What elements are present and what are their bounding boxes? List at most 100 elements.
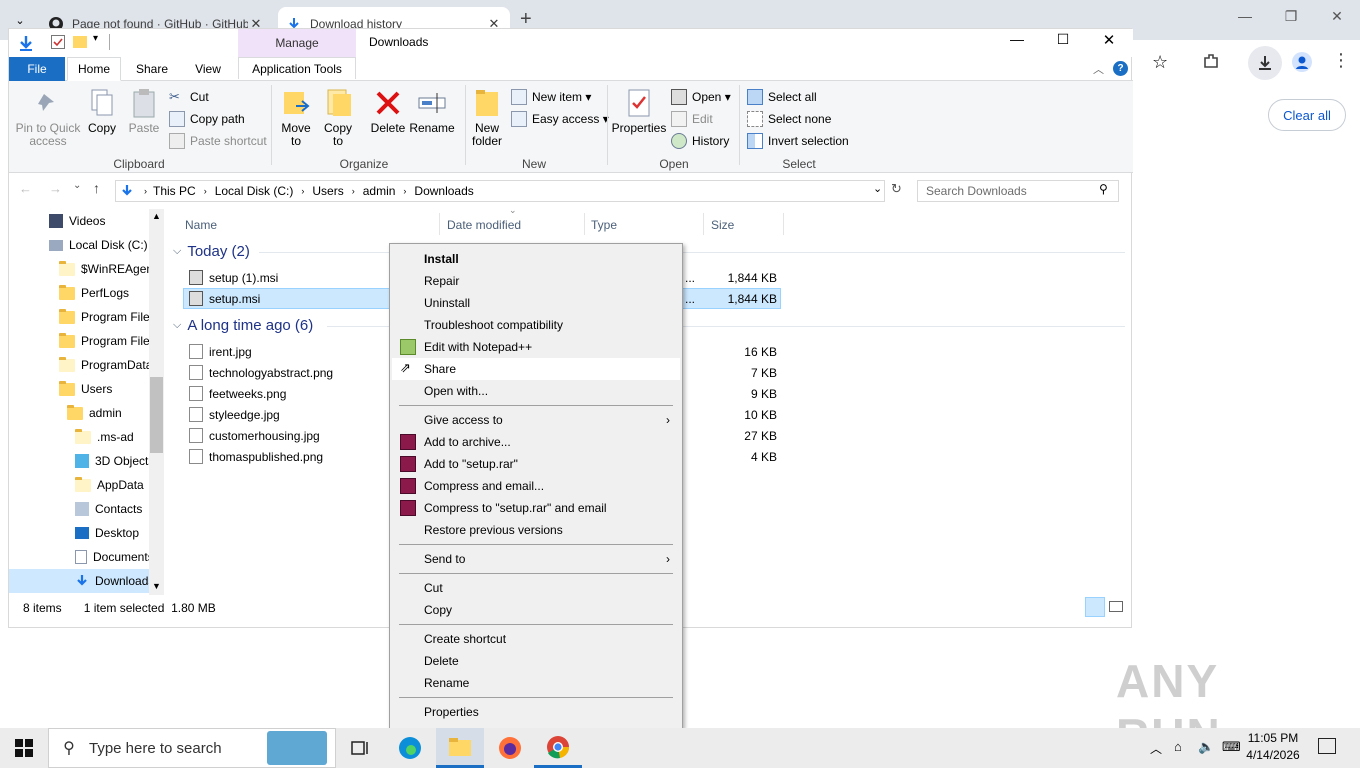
menu-properties[interactable]: Properties bbox=[392, 701, 680, 723]
restore-icon[interactable]: ❐ bbox=[1268, 8, 1314, 32]
file-row[interactable]: technologyabstract.png bbox=[189, 362, 333, 383]
tab-home[interactable]: Home bbox=[67, 57, 121, 81]
invert-selection-button[interactable]: Invert selection bbox=[747, 131, 849, 151]
menu-add-archive[interactable]: Add to archive... bbox=[392, 431, 680, 453]
task-view-icon[interactable] bbox=[336, 728, 384, 768]
menu-compress-rar-email[interactable]: Compress to "setup.rar" and email bbox=[392, 497, 680, 519]
group-a-long-time-ago[interactable]: ⌵ A long time ago (6) bbox=[173, 317, 313, 334]
move-to-button[interactable]: Move to bbox=[279, 87, 313, 148]
menu-install[interactable]: Install bbox=[392, 248, 680, 270]
minimize-icon[interactable]: — bbox=[1222, 8, 1268, 32]
paste-button[interactable]: Paste bbox=[127, 87, 161, 135]
file-row[interactable]: styleedge.jpg bbox=[189, 404, 280, 425]
breadcrumb-this-pc[interactable]: This PC bbox=[153, 184, 196, 198]
help-icon[interactable]: ? bbox=[1113, 61, 1128, 76]
copy-to-button[interactable]: Copy to bbox=[321, 87, 355, 148]
breadcrumb-users[interactable]: Users bbox=[312, 184, 343, 198]
minimize-icon[interactable]: — bbox=[999, 31, 1035, 55]
copy-button[interactable]: Copy bbox=[85, 87, 119, 135]
menu-cut[interactable]: Cut bbox=[392, 577, 680, 599]
nav-local-disk[interactable]: Local Disk (C:) bbox=[49, 233, 164, 257]
tab-share[interactable]: Share bbox=[127, 57, 177, 81]
address-bar[interactable]: › This PC › Local Disk (C:) › Users › ad… bbox=[115, 180, 885, 202]
menu-uninstall[interactable]: Uninstall bbox=[392, 292, 680, 314]
select-none-button[interactable]: Select none bbox=[747, 109, 831, 129]
menu-compress-email[interactable]: Compress and email... bbox=[392, 475, 680, 497]
customize-quick-access-icon[interactable]: ▾ bbox=[93, 33, 98, 44]
up-arrow-icon[interactable]: ↑ bbox=[93, 180, 100, 196]
rename-button[interactable]: Rename bbox=[409, 87, 455, 135]
history-button[interactable]: History bbox=[671, 131, 729, 151]
profile-avatar-icon[interactable] bbox=[1292, 52, 1312, 72]
edge-icon[interactable] bbox=[386, 728, 434, 768]
notifications-icon[interactable] bbox=[1318, 738, 1336, 754]
paste-shortcut-button[interactable]: Paste shortcut bbox=[169, 131, 267, 151]
file-row[interactable]: feetweeks.png bbox=[189, 383, 286, 404]
maximize-icon[interactable]: ☐ bbox=[1045, 31, 1081, 55]
column-name[interactable]: Name bbox=[185, 213, 217, 237]
new-item-button[interactable]: New item ▾ bbox=[511, 87, 591, 107]
file-row[interactable]: irent.jpg bbox=[189, 341, 252, 362]
tab-view[interactable]: View bbox=[183, 57, 233, 81]
open-button[interactable]: Open ▾ bbox=[671, 87, 731, 107]
back-arrow-icon[interactable]: ← bbox=[19, 181, 32, 196]
tab-file[interactable]: File bbox=[9, 57, 65, 81]
firefox-icon[interactable] bbox=[486, 728, 534, 768]
nav-scrollbar[interactable]: ▲ ▼ bbox=[149, 209, 164, 595]
easy-access-button[interactable]: Easy access ▾ bbox=[511, 109, 609, 129]
bookmark-star-icon[interactable]: ☆ bbox=[1152, 52, 1168, 73]
manage-context-tab[interactable]: Manage bbox=[238, 29, 356, 57]
breadcrumb-downloads[interactable]: Downloads bbox=[414, 184, 473, 198]
scroll-down-icon[interactable]: ▼ bbox=[152, 581, 161, 591]
tab-application-tools[interactable]: Application Tools bbox=[238, 57, 356, 79]
volume-icon[interactable]: 🔈 bbox=[1198, 739, 1214, 755]
menu-rename[interactable]: Rename bbox=[392, 672, 680, 694]
tray-overflow-chevron-icon[interactable]: ︿ bbox=[1150, 740, 1162, 757]
delete-button[interactable]: Delete bbox=[369, 87, 407, 135]
menu-kebab-icon[interactable]: ⋮ bbox=[1332, 50, 1350, 71]
address-dropdown-icon[interactable]: ⌄ bbox=[873, 182, 882, 195]
scrollbar-thumb[interactable] bbox=[150, 377, 163, 453]
forward-arrow-icon[interactable]: → bbox=[49, 181, 62, 196]
menu-share[interactable]: ⇗ Share bbox=[392, 358, 680, 380]
recent-locations-icon[interactable]: ⌄ bbox=[73, 180, 81, 191]
nav-videos[interactable]: Videos bbox=[49, 209, 164, 233]
search-downloads-input[interactable]: Search Downloads bbox=[917, 180, 1119, 202]
large-icons-view-icon[interactable] bbox=[1109, 601, 1123, 612]
close-window-icon[interactable]: ✕ bbox=[1314, 8, 1360, 32]
menu-troubleshoot[interactable]: Troubleshoot compatibility bbox=[392, 314, 680, 336]
file-row[interactable]: customerhousing.jpg bbox=[189, 425, 320, 446]
properties-button[interactable]: Properties bbox=[611, 87, 667, 135]
group-today[interactable]: ⌵ Today (2) bbox=[173, 243, 250, 260]
menu-copy[interactable]: Copy bbox=[392, 599, 680, 621]
extensions-icon[interactable] bbox=[1202, 52, 1220, 70]
refresh-icon[interactable]: ↻ bbox=[891, 181, 902, 197]
downloads-icon[interactable] bbox=[1248, 46, 1282, 80]
column-type[interactable]: Type bbox=[591, 213, 617, 237]
edit-button[interactable]: Edit bbox=[671, 109, 713, 129]
menu-give-access[interactable]: Give access to › bbox=[392, 409, 680, 431]
menu-send-to[interactable]: Send to › bbox=[392, 548, 680, 570]
properties-quick-icon[interactable] bbox=[51, 35, 65, 49]
start-windows-icon[interactable] bbox=[0, 728, 48, 768]
clock[interactable]: 11:05 PM 4/14/2026 bbox=[1238, 730, 1308, 766]
close-window-icon[interactable]: ✕ bbox=[1091, 31, 1127, 55]
menu-delete[interactable]: Delete bbox=[392, 650, 680, 672]
details-view-icon[interactable] bbox=[1085, 597, 1105, 617]
clear-all-button[interactable]: Clear all bbox=[1268, 99, 1346, 131]
select-all-button[interactable]: Select all bbox=[747, 87, 817, 107]
pin-quick-access-button[interactable]: Pin to Quick access bbox=[15, 87, 81, 148]
breadcrumb-local-disk[interactable]: Local Disk (C:) bbox=[215, 184, 294, 198]
menu-create-shortcut[interactable]: Create shortcut bbox=[392, 628, 680, 650]
menu-add-rar[interactable]: Add to "setup.rar" bbox=[392, 453, 680, 475]
copy-path-button[interactable]: Copy path bbox=[169, 109, 245, 129]
network-icon[interactable]: ⌂ bbox=[1174, 739, 1182, 754]
menu-repair[interactable]: Repair bbox=[392, 270, 680, 292]
menu-edit-notepad[interactable]: Edit with Notepad++ bbox=[392, 336, 680, 358]
cut-button[interactable]: ✂ Cut bbox=[169, 87, 209, 107]
column-size[interactable]: Size bbox=[711, 213, 734, 237]
collapse-ribbon-icon[interactable]: ︿ bbox=[1093, 61, 1104, 77]
scroll-up-icon[interactable]: ▲ bbox=[152, 211, 161, 221]
file-row[interactable]: thomaspublished.png bbox=[189, 446, 323, 467]
new-folder-button[interactable]: New folder bbox=[467, 87, 507, 148]
